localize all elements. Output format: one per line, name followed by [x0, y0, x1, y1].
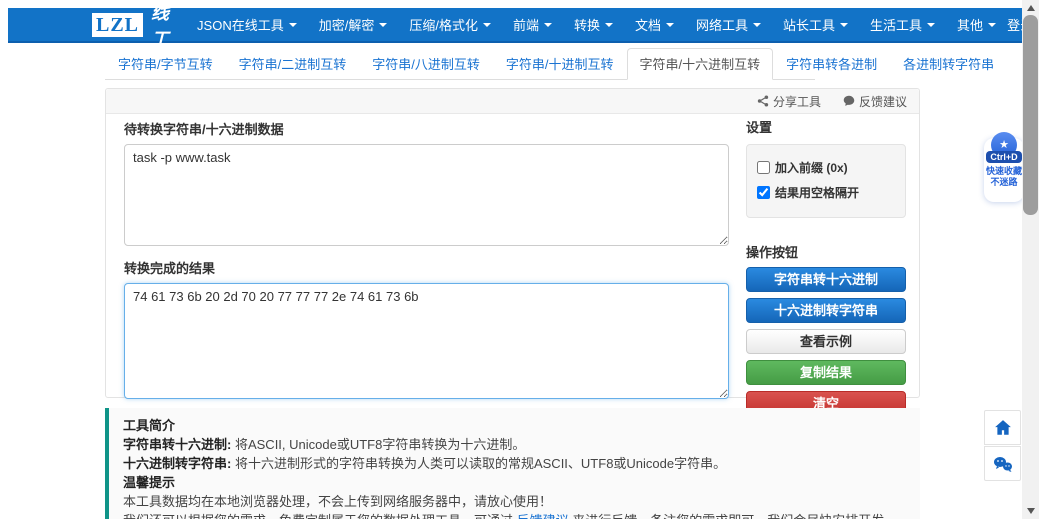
nav-item-webmaster-tools[interactable]: 站长工具 [772, 6, 859, 43]
home-icon [994, 419, 1012, 437]
space-separator-checkbox[interactable] [757, 186, 770, 199]
chevron-down-icon [379, 23, 387, 27]
feedback-icon [843, 95, 855, 107]
nav-item-other[interactable]: 其他 [946, 6, 1007, 43]
tool-tabs: 字符串/字节互转 字符串/二进制互转 字符串/八进制互转 字符串/十进制互转 字… [105, 48, 815, 80]
chevron-down-icon [666, 23, 674, 27]
ctrl-d-key-label: Ctrl+D [986, 151, 1021, 163]
chevron-down-icon [988, 23, 996, 27]
intro-title: 工具简介 [123, 416, 906, 435]
home-button[interactable] [984, 410, 1021, 445]
copy-result-button[interactable]: 复制结果 [746, 360, 906, 385]
settings-box: 加入前缀 (0x) 结果用空格隔开 [746, 144, 906, 218]
option-add-prefix[interactable]: 加入前缀 (0x) [757, 159, 895, 176]
tab-string-byte[interactable]: 字符串/字节互转 [105, 48, 226, 80]
scrollbar-thumb[interactable] [1023, 15, 1038, 215]
intro-line-2: 十六进制转字符串: 将十六进制形式的字符串转换为人类可以读取的常规ASCII、U… [123, 454, 906, 473]
nav-item-frontend[interactable]: 前端 [502, 6, 563, 43]
chevron-down-icon [544, 23, 552, 27]
chevron-down-icon [483, 23, 491, 27]
panel-heading: 分享工具 反馈建议 [106, 89, 919, 114]
top-navbar: LZL 在线工具 JSON在线工具 加密/解密 压缩/格式化 前端 转换 文档 … [8, 8, 1022, 43]
scroll-down-arrow[interactable] [1022, 503, 1039, 519]
result-label: 转换完成的结果 [124, 258, 729, 277]
wechat-button[interactable] [984, 446, 1021, 481]
source-textarea[interactable]: task -p www.task [124, 144, 729, 246]
settings-title: 设置 [746, 117, 906, 136]
add-prefix-checkbox[interactable] [757, 161, 770, 174]
tab-string-decimal[interactable]: 字符串/十进制互转 [493, 48, 627, 80]
feedback-link[interactable]: 反馈建议 [843, 93, 907, 110]
feedback-suggestion-link[interactable]: 反馈建议 [517, 513, 569, 519]
nav-item-network-tools[interactable]: 网络工具 [685, 6, 772, 43]
converter-right-column: 设置 加入前缀 (0x) 结果用空格隔开 操作按钮 字符串转十六进制 十六进制转… [746, 117, 906, 416]
nav-item-encrypt[interactable]: 加密/解密 [308, 6, 399, 43]
tab-string-binary[interactable]: 字符串/二进制互转 [226, 48, 360, 80]
tip-line-1: 本工具数据均在本地浏览器处理，不会上传到网络服务器中，请放心使用！ [123, 492, 906, 511]
string-to-hex-button[interactable]: 字符串转十六进制 [746, 267, 906, 292]
scroll-up-arrow[interactable] [1022, 0, 1039, 16]
nav-menu: JSON在线工具 加密/解密 压缩/格式化 前端 转换 文档 网络工具 站长工具… [186, 6, 1007, 43]
bookmark-shortcut-widget[interactable]: ★ Ctrl+D 快速收藏 不迷路 [984, 138, 1024, 202]
converter-left-column: 待转换字符串/十六进制数据 task -p www.task 转换完成的结果 7… [124, 119, 729, 399]
share-tool-link[interactable]: 分享工具 [757, 93, 821, 110]
tip-line-2: 我们还可以根据您的需求，免费定制属于您的数据处理工具，可通过 反馈建议 来进行反… [123, 511, 906, 519]
chevron-down-icon [605, 23, 613, 27]
chevron-down-icon [753, 23, 761, 27]
tool-intro-section: 工具简介 字符串转十六进制: 将ASCII, Unicode或UTF8字符串转换… [105, 408, 920, 519]
tab-bases-to-string[interactable]: 各进制转字符串 [890, 48, 1007, 80]
tab-string-hex[interactable]: 字符串/十六进制互转 [627, 48, 774, 80]
tool-panel: 分享工具 反馈建议 待转换字符串/十六进制数据 task -p www.task… [105, 88, 920, 398]
nav-item-json-tools[interactable]: JSON在线工具 [186, 6, 308, 43]
nav-item-compress-format[interactable]: 压缩/格式化 [398, 6, 502, 43]
chevron-down-icon [927, 23, 935, 27]
logo-badge: LZL [92, 13, 143, 37]
tab-string-to-bases[interactable]: 字符串转各进制 [773, 48, 890, 80]
share-icon [757, 95, 769, 107]
actions-title: 操作按钮 [746, 242, 906, 261]
view-example-button[interactable]: 查看示例 [746, 329, 906, 354]
wechat-icon [993, 455, 1013, 473]
option-space-separator[interactable]: 结果用空格隔开 [757, 184, 895, 201]
nav-item-life-tools[interactable]: 生活工具 [859, 6, 946, 43]
chevron-down-icon [840, 23, 848, 27]
hex-to-string-button[interactable]: 十六进制转字符串 [746, 298, 906, 323]
vertical-scrollbar[interactable] [1022, 0, 1039, 519]
bookmark-hint-text: 快速收藏 不迷路 [986, 166, 1022, 188]
nav-item-docs[interactable]: 文档 [624, 6, 685, 43]
tips-title: 温馨提示 [123, 473, 906, 492]
result-textarea[interactable]: 74 61 73 6b 20 2d 70 20 77 77 77 2e 74 6… [124, 283, 729, 399]
chevron-down-icon [289, 23, 297, 27]
input-label: 待转换字符串/十六进制数据 [124, 119, 729, 138]
tab-string-octal[interactable]: 字符串/八进制互转 [359, 48, 493, 80]
nav-item-convert[interactable]: 转换 [563, 6, 624, 43]
intro-line-1: 字符串转十六进制: 将ASCII, Unicode或UTF8字符串转换为十六进制… [123, 435, 906, 454]
